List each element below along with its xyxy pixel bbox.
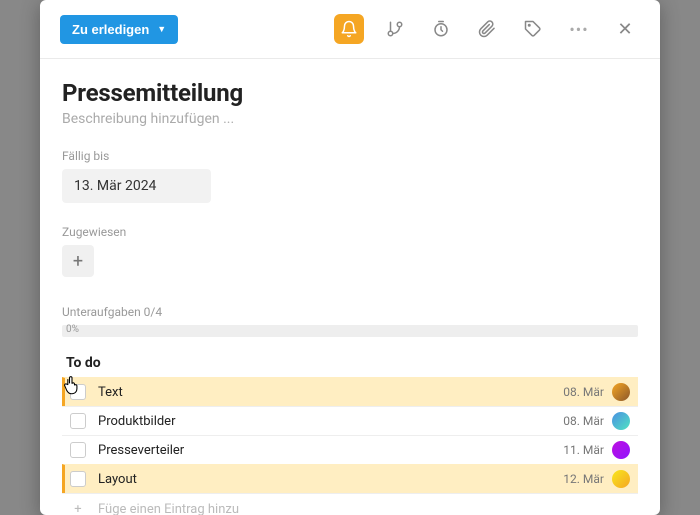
subtask-checkbox[interactable] [70, 471, 86, 487]
status-label: Zu erledigen [72, 22, 149, 37]
attachment-icon[interactable] [472, 14, 502, 44]
subtask-row[interactable]: Layout 12. Mär [62, 464, 638, 493]
subtasks-list: To do Text 08. Mär Produktbilder 08. Mär… [62, 349, 638, 515]
subtask-title: Presseverteiler [98, 443, 563, 458]
subtask-date: 08. Mär [563, 385, 604, 399]
tag-icon[interactable] [518, 14, 548, 44]
due-date-chip[interactable]: 13. Mär 2024 [62, 169, 211, 203]
close-icon[interactable]: ✕ [610, 14, 640, 44]
due-date-label: Fällig bis [62, 149, 638, 163]
subtask-title: Text [98, 385, 563, 400]
plus-icon: + [70, 502, 86, 515]
timer-icon[interactable] [426, 14, 456, 44]
task-title[interactable]: Pressemitteilung [62, 79, 638, 107]
assigned-label: Zugewiesen [62, 225, 638, 239]
caret-down-icon: ▼ [157, 24, 166, 34]
relations-icon[interactable] [380, 14, 410, 44]
progress-percent: 0% [66, 324, 79, 335]
more-icon[interactable]: ••• [564, 14, 594, 44]
add-assignee-button[interactable]: + [62, 245, 94, 277]
add-subtask-row[interactable]: + Füge einen Eintrag hinzu [62, 493, 638, 515]
description-input[interactable]: Beschreibung hinzufügen ... [62, 111, 638, 127]
subtask-row[interactable]: Text 08. Mär [62, 377, 638, 406]
add-subtask-placeholder: Füge einen Eintrag hinzu [98, 502, 239, 515]
header-actions: ••• ✕ [334, 14, 640, 44]
subtasks-counter: Unteraufgaben 0/4 [62, 305, 638, 319]
subtasks-section-title: To do [62, 349, 638, 377]
subtask-date: 08. Mär [563, 414, 604, 428]
bell-icon[interactable] [334, 14, 364, 44]
avatar[interactable] [612, 412, 630, 430]
subtask-date: 12. Mär [563, 472, 604, 486]
subtask-title: Produktbilder [98, 414, 563, 429]
subtask-date: 11. Mär [563, 443, 604, 457]
task-modal: Zu erledigen ▼ ••• ✕ Pressemitteilun [40, 0, 660, 515]
subtask-checkbox[interactable] [70, 413, 86, 429]
avatar[interactable] [612, 441, 630, 459]
modal-body: Pressemitteilung Beschreibung hinzufügen… [40, 59, 660, 515]
status-button[interactable]: Zu erledigen ▼ [60, 15, 178, 44]
subtask-checkbox[interactable] [70, 384, 86, 400]
subtask-title: Layout [98, 472, 563, 487]
subtasks-progress: 0% [62, 325, 638, 337]
subtask-row[interactable]: Produktbilder 08. Mär [62, 406, 638, 435]
progress-bar: 0% [62, 325, 638, 337]
avatar[interactable] [612, 383, 630, 401]
modal-header: Zu erledigen ▼ ••• ✕ [40, 0, 660, 59]
avatar[interactable] [612, 470, 630, 488]
subtask-row[interactable]: Presseverteiler 11. Mär [62, 435, 638, 464]
subtask-checkbox[interactable] [70, 442, 86, 458]
